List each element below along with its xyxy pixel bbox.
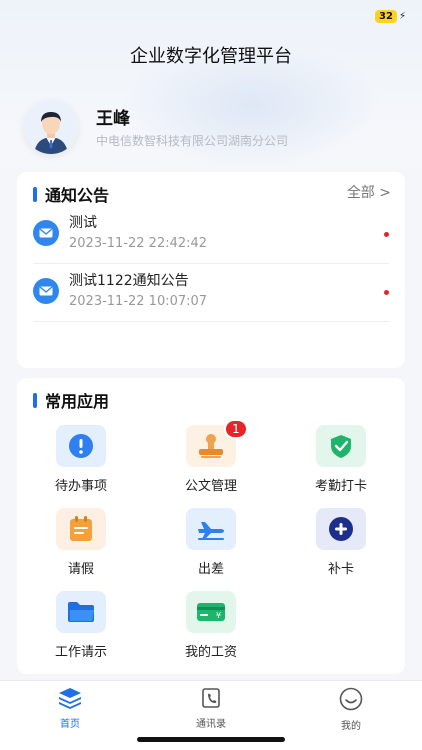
folder-icon — [56, 591, 106, 633]
section-marker — [33, 186, 37, 202]
mail-icon — [33, 220, 59, 246]
app-todo[interactable]: 待办事项 — [31, 425, 131, 494]
tab-home[interactable]: 首页 — [20, 687, 120, 730]
plus-icon — [316, 508, 366, 550]
airplane-icon — [186, 508, 236, 550]
layers-icon — [59, 688, 81, 709]
apps-card: 常用应用 待办事项 1 公文管理 考勤打卡 请假 出差 补卡 工作请示 ¥ 我的… — [17, 378, 405, 674]
notice-time: 2023-11-22 10:07:07 — [69, 294, 208, 309]
tab-profile[interactable]: 我的 — [301, 687, 401, 732]
app-label: 出差 — [197, 562, 224, 577]
home-indicator — [137, 737, 285, 742]
alert-icon — [56, 425, 106, 467]
tab-contacts[interactable]: 通讯录 — [161, 687, 261, 730]
avatar[interactable] — [24, 100, 78, 154]
check-shield-icon — [316, 425, 366, 467]
section-marker — [33, 392, 37, 408]
notice-header: 通知公告 — [33, 182, 109, 206]
app-label: 公文管理 — [184, 479, 237, 494]
app-attendance[interactable]: 考勤打卡 — [291, 425, 391, 494]
app-label: 考勤打卡 — [314, 479, 367, 494]
app-leave[interactable]: 请假 — [31, 508, 131, 577]
notice-card: 通知公告 全部 > 测试 2023-11-22 22:42:42 测试1122通… — [17, 172, 405, 368]
tab-label: 通讯录 — [196, 719, 226, 730]
notice-item[interactable]: 测试 2023-11-22 22:42:42 — [33, 204, 389, 264]
tab-label: 首页 — [60, 719, 80, 730]
page-title: 企业数字化管理平台 — [130, 46, 292, 67]
stamp-icon: 1 — [186, 419, 248, 467]
charging-icon: ⚡ — [398, 11, 406, 22]
status-bar: 32 ⚡ — [374, 10, 406, 23]
smile-icon — [339, 687, 363, 711]
user-avatar-icon — [24, 100, 78, 154]
notice-title: 测试 — [69, 215, 97, 231]
notification-badge: 1 — [224, 419, 248, 439]
app-work-request[interactable]: 工作请示 — [31, 591, 131, 660]
unread-dot — [384, 232, 389, 237]
app-label: 我的工资 — [184, 645, 237, 660]
unread-dot — [384, 290, 389, 295]
app-card-supplement[interactable]: 补卡 — [291, 508, 391, 577]
app-label: 补卡 — [327, 562, 354, 577]
battery-indicator: 32 — [374, 10, 397, 23]
mail-icon — [33, 278, 59, 304]
wallet-icon: ¥ — [186, 591, 236, 633]
svg-text:¥: ¥ — [216, 611, 221, 620]
apps-header: 常用应用 — [33, 388, 109, 412]
notice-item[interactable]: 测试1122通知公告 2023-11-22 10:07:07 — [33, 262, 389, 322]
app-salary[interactable]: ¥ 我的工资 — [161, 591, 261, 660]
app-document[interactable]: 1 公文管理 — [161, 419, 261, 494]
app-business-trip[interactable]: 出差 — [161, 508, 261, 577]
user-company: 中电信数智科技有限公司湖南分公司 — [96, 134, 289, 148]
address-book-icon — [202, 688, 220, 708]
apps-section-title: 常用应用 — [45, 392, 110, 411]
tab-label: 我的 — [341, 721, 361, 732]
app-label: 待办事项 — [54, 479, 107, 494]
notice-time: 2023-11-22 22:42:42 — [69, 236, 208, 251]
notice-section-title: 通知公告 — [45, 186, 110, 205]
notice-title: 测试1122通知公告 — [69, 273, 189, 289]
app-label: 工作请示 — [54, 645, 107, 660]
app-label: 请假 — [67, 562, 94, 577]
notice-more-link[interactable]: 全部 > — [347, 182, 391, 202]
user-name: 王峰 — [96, 109, 130, 129]
header-background — [0, 0, 422, 200]
calendar-icon — [56, 508, 106, 550]
